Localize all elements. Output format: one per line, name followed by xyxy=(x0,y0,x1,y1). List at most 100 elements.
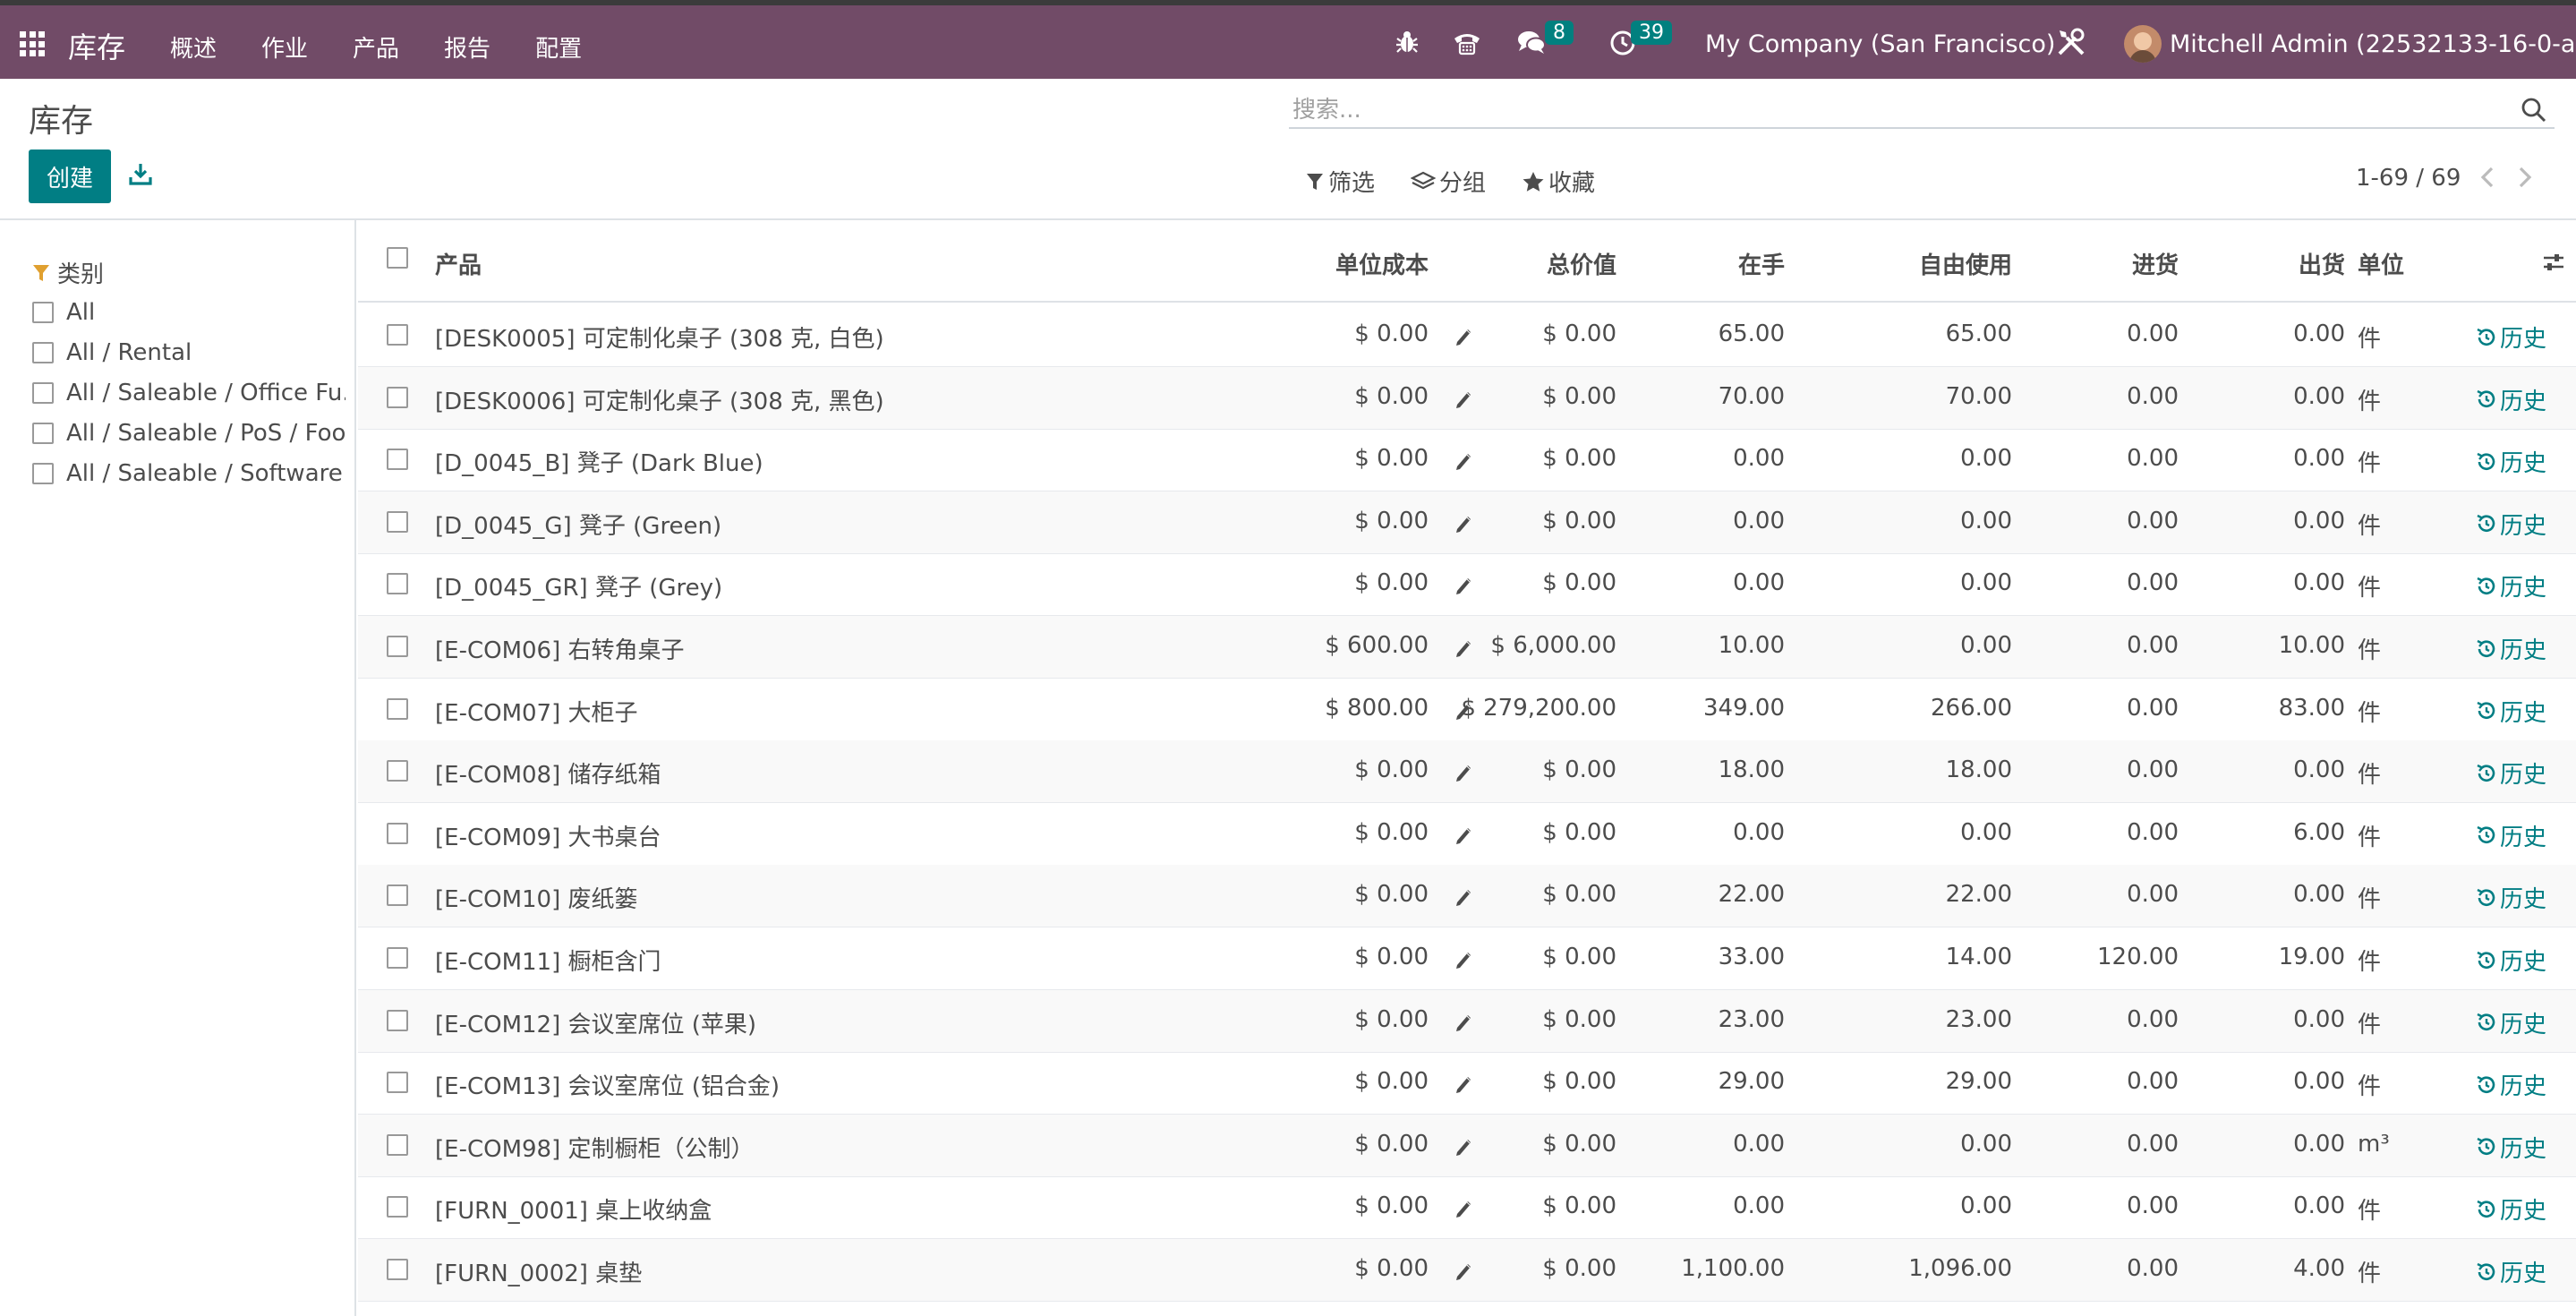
history-button[interactable]: 历史 xyxy=(2476,1006,2546,1039)
category-checkbox[interactable] xyxy=(32,463,54,484)
table-row[interactable]: [E-COM98] 定制橱柜（公制） $ 0.00 $ 0.00 0.00 0.00 0.… xyxy=(358,1114,2576,1177)
optional-columns-icon[interactable] xyxy=(2542,251,2565,274)
column-total-value[interactable]: 总价值 xyxy=(1473,247,1616,280)
download-icon[interactable] xyxy=(128,161,153,186)
table-row[interactable]: [D_0045_B] 凳子 (Dark Blue) $ 0.00 $ 0.00 0.0… xyxy=(358,429,2576,492)
category-item-rental[interactable]: All / Rental xyxy=(32,339,345,366)
category-item-pos-food[interactable]: All / Saleable / PoS / Food xyxy=(32,420,345,447)
edit-pencil-icon[interactable] xyxy=(1454,637,1473,659)
history-button[interactable]: 历史 xyxy=(2476,1068,2546,1101)
edit-pencil-icon[interactable] xyxy=(1454,1198,1473,1219)
row-checkbox[interactable] xyxy=(387,1259,408,1280)
table-row[interactable]: [D_0045_GR] 凳子 (Grey) $ 0.00 $ 0.00 0.00 0.0… xyxy=(358,553,2576,617)
history-button[interactable]: 历史 xyxy=(2476,508,2546,541)
edit-pencil-icon[interactable] xyxy=(1454,949,1473,970)
edit-pencil-icon[interactable] xyxy=(1454,326,1473,347)
table-row[interactable]: [FURN_0001] 桌上收纳盒 $ 0.00 $ 0.00 0.00 0.00 0.0… xyxy=(358,1176,2576,1240)
bug-icon[interactable] xyxy=(1392,27,1422,57)
pager-next-icon[interactable] xyxy=(2513,163,2537,192)
search-input[interactable] xyxy=(1292,97,2483,124)
edit-pencil-icon[interactable] xyxy=(1454,700,1473,722)
edit-pencil-icon[interactable] xyxy=(1454,575,1473,596)
history-button[interactable]: 历史 xyxy=(2476,881,2546,914)
column-outgoing[interactable]: 出货 xyxy=(2207,247,2345,280)
row-checkbox[interactable] xyxy=(387,1072,408,1094)
company-switcher[interactable]: My Company (San Francisco) xyxy=(1705,30,2055,58)
edit-pencil-icon[interactable] xyxy=(1454,1136,1473,1158)
menu-item-overview[interactable]: 概述 xyxy=(170,30,217,64)
history-button[interactable]: 历史 xyxy=(2476,1255,2546,1288)
category-checkbox[interactable] xyxy=(32,382,54,404)
row-checkbox[interactable] xyxy=(387,884,408,907)
row-checkbox[interactable] xyxy=(387,1009,408,1031)
user-menu[interactable]: Mitchell Admin (22532133-16-0-all) xyxy=(2170,30,2576,58)
column-uom[interactable]: 单位 xyxy=(2358,247,2404,280)
history-button[interactable]: 历史 xyxy=(2476,756,2546,790)
debug-tools-icon[interactable] xyxy=(2056,27,2086,57)
user-avatar[interactable] xyxy=(2124,25,2162,63)
row-checkbox[interactable] xyxy=(387,1133,408,1156)
table-row[interactable]: [DESK0006] 可定制化桌子 (308 克, 黑色) $ 0.00 $ 0.0… xyxy=(358,366,2576,430)
table-row[interactable]: [FURN_0002] 桌垫 $ 0.00 $ 0.00 1,100.00 1,096.… xyxy=(358,1239,2576,1302)
select-all-checkbox[interactable] xyxy=(387,247,408,269)
menu-item-configuration[interactable]: 配置 xyxy=(535,30,582,64)
history-button[interactable]: 历史 xyxy=(2476,320,2546,354)
edit-pencil-icon[interactable] xyxy=(1454,1012,1473,1033)
app-name[interactable]: 库存 xyxy=(68,25,125,66)
table-row[interactable]: [E-COM09] 大书桌台 $ 0.00 $ 0.00 0.00 0.00 0.00 6.… xyxy=(358,803,2576,866)
row-checkbox[interactable] xyxy=(387,324,408,346)
history-button[interactable]: 历史 xyxy=(2476,695,2546,728)
category-checkbox[interactable] xyxy=(32,423,54,444)
history-button[interactable]: 历史 xyxy=(2476,632,2546,665)
edit-pencil-icon[interactable] xyxy=(1454,886,1473,908)
row-checkbox[interactable] xyxy=(387,573,408,595)
category-checkbox[interactable] xyxy=(32,302,54,323)
phone-icon[interactable] xyxy=(1452,27,1482,57)
row-checkbox[interactable] xyxy=(387,510,408,533)
history-button[interactable]: 历史 xyxy=(2476,944,2546,977)
row-checkbox[interactable] xyxy=(387,386,408,408)
create-button[interactable]: 创建 xyxy=(29,150,111,203)
edit-pencil-icon[interactable] xyxy=(1454,450,1473,472)
row-checkbox[interactable] xyxy=(387,822,408,844)
row-checkbox[interactable] xyxy=(387,1196,408,1218)
table-row[interactable]: [E-COM08] 储存纸箱 $ 0.00 $ 0.00 18.00 18.00 0.00… xyxy=(358,740,2576,804)
edit-pencil-icon[interactable] xyxy=(1454,1260,1473,1282)
table-row[interactable]: [E-COM13] 会议室席位 (铝合金) $ 0.00 $ 0.00 29.00 29… xyxy=(358,1052,2576,1115)
category-checkbox[interactable] xyxy=(32,342,54,363)
menu-item-reporting[interactable]: 报告 xyxy=(444,30,490,64)
history-button[interactable]: 历史 xyxy=(2476,569,2546,602)
column-incoming[interactable]: 进货 xyxy=(2041,247,2179,280)
row-checkbox[interactable] xyxy=(387,449,408,471)
search-icon[interactable] xyxy=(2521,97,2547,124)
pager-previous-icon[interactable] xyxy=(2476,163,2499,192)
filter-dropdown[interactable]: 筛选 xyxy=(1305,165,1375,198)
edit-pencil-icon[interactable] xyxy=(1454,389,1473,410)
edit-pencil-icon[interactable] xyxy=(1454,1073,1473,1095)
groupby-dropdown[interactable]: 分组 xyxy=(1411,165,1486,198)
category-item-office-furniture[interactable]: All / Saleable / Office Fu... xyxy=(32,380,345,406)
column-on-hand[interactable]: 在手 xyxy=(1643,247,1785,280)
history-button[interactable]: 历史 xyxy=(2476,445,2546,478)
table-row[interactable]: [D_0045_G] 凳子 (Green) $ 0.00 $ 0.00 0.00 0.0… xyxy=(358,491,2576,554)
table-row[interactable]: [E-COM10] 废纸篓 $ 0.00 $ 0.00 22.00 22.00 0.00 0… xyxy=(358,865,2576,928)
row-checkbox[interactable] xyxy=(387,760,408,782)
menu-item-operations[interactable]: 作业 xyxy=(261,30,308,64)
history-button[interactable]: 历史 xyxy=(2476,819,2546,852)
table-row[interactable]: [E-COM12] 会议室席位 (苹果) $ 0.00 $ 0.00 23.00 23.… xyxy=(358,989,2576,1053)
table-row[interactable]: [E-COM06] 右转角桌子 $ 600.00 $ 6,000.00 10.00 0.… xyxy=(358,616,2576,679)
chat-icon[interactable] xyxy=(1516,27,1547,57)
row-checkbox[interactable] xyxy=(387,697,408,720)
category-item-all[interactable]: All xyxy=(32,299,345,326)
table-row[interactable]: [E-COM07] 大柜子 $ 800.00 $ 279,200.00 349.00 2… xyxy=(358,679,2576,741)
table-row[interactable]: [DESK0005] 可定制化桌子 (308 克, 白色) $ 0.00 $ 0.0… xyxy=(358,304,2576,367)
category-item-software[interactable]: All / Saleable / Software xyxy=(32,460,345,487)
edit-pencil-icon[interactable] xyxy=(1454,762,1473,783)
row-checkbox[interactable] xyxy=(387,947,408,969)
menu-item-products[interactable]: 产品 xyxy=(353,30,399,64)
history-button[interactable]: 历史 xyxy=(2476,1192,2546,1226)
column-free-qty[interactable]: 自由使用 xyxy=(1835,247,2012,280)
history-button[interactable]: 历史 xyxy=(2476,383,2546,416)
table-row[interactable]: [E-COM11] 橱柜含门 $ 0.00 $ 0.00 33.00 14.00 120.… xyxy=(358,927,2576,990)
edit-pencil-icon[interactable] xyxy=(1454,513,1473,534)
